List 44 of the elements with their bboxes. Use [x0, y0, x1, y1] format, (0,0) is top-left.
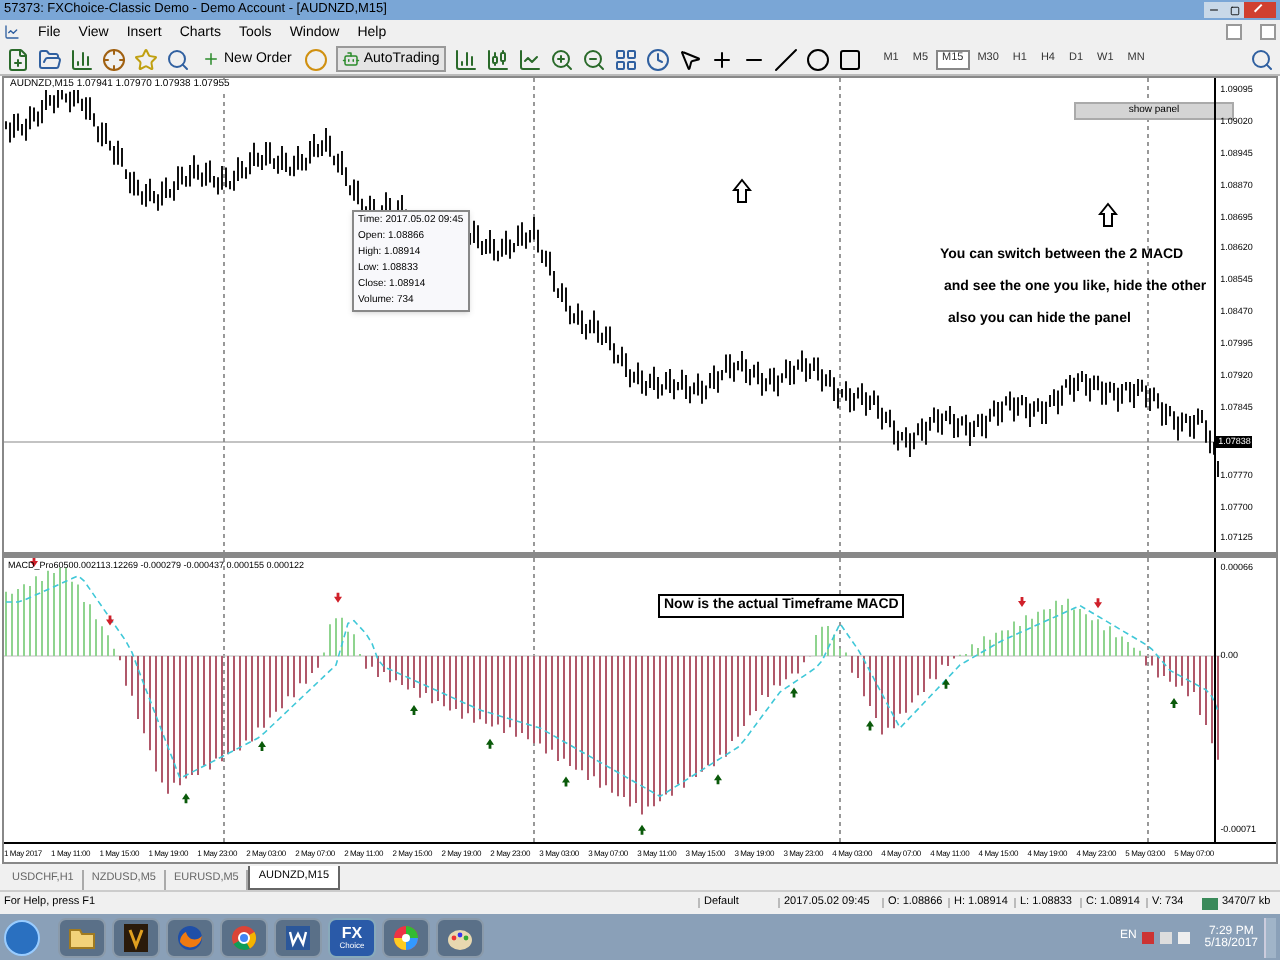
- bar-chart-icon[interactable]: [453, 47, 478, 71]
- clock-icon[interactable]: [645, 47, 670, 71]
- maximize-button[interactable]: [1224, 2, 1244, 18]
- search-icon[interactable]: [1250, 47, 1274, 71]
- zoom-out-icon[interactable]: [581, 47, 606, 71]
- start-button[interactable]: [4, 919, 40, 955]
- browser-globe-icon: [176, 923, 204, 951]
- line-chart-icon[interactable]: [517, 47, 542, 71]
- browser-circle-icon: [230, 923, 258, 951]
- up-arrow-icon: [1098, 202, 1118, 228]
- taskbar-app-button[interactable]: [112, 917, 160, 957]
- taskbar-app-button[interactable]: [436, 917, 484, 957]
- trendline-icon[interactable]: [773, 47, 798, 71]
- folder-icon[interactable]: [38, 47, 62, 71]
- chart-icon: [4, 24, 20, 40]
- minimize-button[interactable]: [1204, 2, 1224, 18]
- restore-button[interactable]: [1226, 24, 1242, 40]
- zoom-in-icon[interactable]: [549, 47, 574, 71]
- document-w-icon: [284, 923, 312, 951]
- rectangle-icon[interactable]: [837, 47, 862, 71]
- crosshair-icon[interactable]: [709, 47, 734, 71]
- new-chart-icon[interactable]: [6, 47, 30, 71]
- search-icon[interactable]: [166, 47, 190, 71]
- taskbar-app-button[interactable]: [274, 917, 322, 957]
- taskbar-app-button[interactable]: [58, 917, 106, 957]
- folder-icon: [68, 925, 96, 949]
- star-icon[interactable]: [134, 47, 158, 71]
- emblem-icon: [124, 923, 148, 951]
- taskbar-app-button[interactable]: [382, 917, 430, 957]
- maximize-icon: [1229, 5, 1239, 15]
- close-child-button[interactable]: [1260, 24, 1276, 40]
- pinwheel-icon: [392, 923, 420, 951]
- robot-icon: [341, 50, 360, 68]
- candlestick-icon[interactable]: [485, 47, 510, 71]
- plus-icon: [202, 50, 220, 68]
- bar-chart-icon[interactable]: [70, 47, 94, 71]
- cursor-icon[interactable]: [677, 47, 702, 71]
- up-arrow-icon: [732, 178, 752, 204]
- app-logo-text: FX: [341, 925, 363, 941]
- ellipse-icon[interactable]: [805, 47, 830, 71]
- minimize-icon: [1208, 4, 1220, 16]
- close-button[interactable]: [1244, 2, 1276, 18]
- tile-icon[interactable]: [613, 47, 638, 71]
- taskbar-app-button[interactable]: [220, 917, 268, 957]
